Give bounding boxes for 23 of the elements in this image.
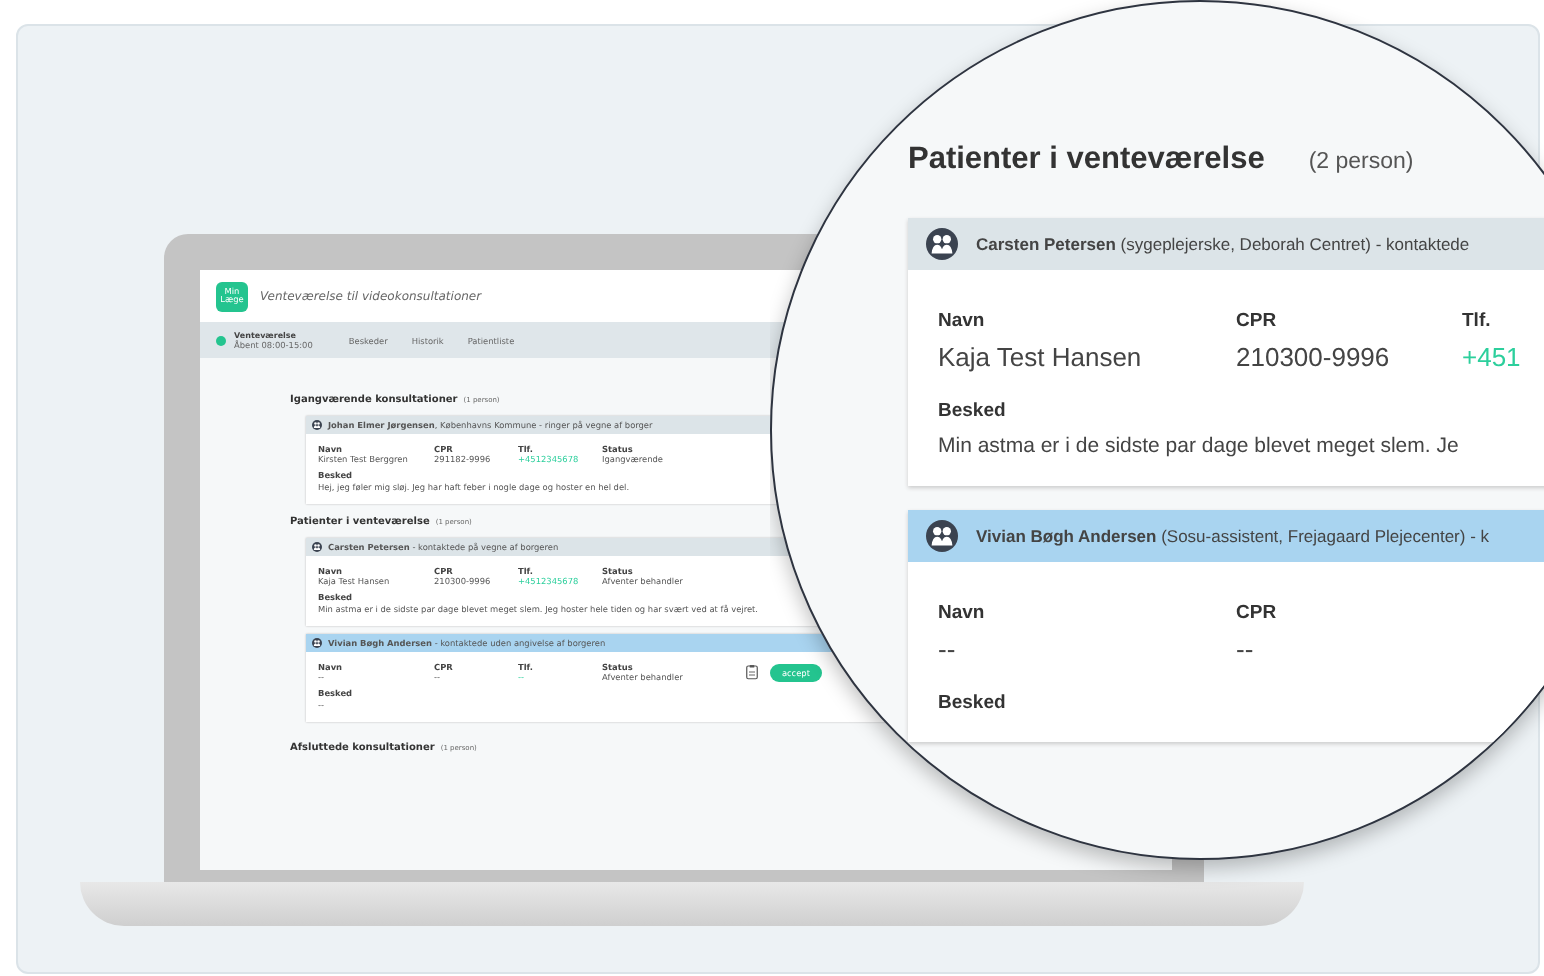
field-label: Besked [938,692,1006,714]
people-icon [312,420,322,430]
field-value: 210300-9996 [1236,342,1392,372]
field-label: Besked [938,400,1006,422]
people-icon [926,520,958,552]
field-label: CPR [1236,310,1279,332]
people-icon [312,542,322,552]
people-icon [312,638,322,648]
message-text: Min astma er i de sidste par dage blevet meget slem. Je [938,434,1459,458]
field-label: Tlf. [1462,310,1493,332]
clipboard-icon[interactable] [745,664,758,680]
caller-text: Vivian Bøgh Andersen (Sosu-assistent, Frejagaard Plejecenter) - k [976,526,1490,546]
caller-text: Carsten Petersen (sygeplejerske, Deborah Centret) - kontaktede [976,234,1470,254]
field-value: -- [1236,634,1256,664]
field-label: CPR [1236,602,1279,624]
field-label: Navn [938,310,987,332]
people-icon [926,228,958,260]
field-value: -- [938,634,958,664]
field-value: Kaja Test Hansen [938,342,1144,372]
field-label: Navn [938,602,987,624]
person-count: (2 person) [1308,150,1414,174]
section-title: Patienter i venteværelse [908,142,1265,178]
phone-link[interactable]: +451 [1462,342,1544,372]
